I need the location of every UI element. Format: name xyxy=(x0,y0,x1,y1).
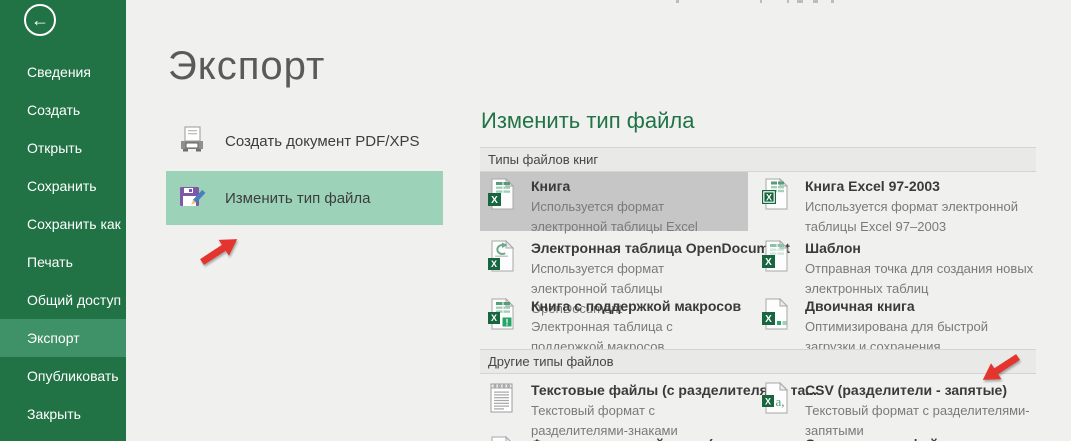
macro-workbook-icon: X ! xyxy=(486,298,518,330)
opendocument-icon: X xyxy=(486,240,518,272)
tile-kniga-makrosy[interactable]: X ! Книга с поддержкой макросов Электрон… xyxy=(480,292,748,348)
svg-text:X: X xyxy=(765,314,772,325)
svg-text:!: ! xyxy=(506,317,509,327)
tile-kniga[interactable]: X Книга Используется формат электронной … xyxy=(480,172,748,231)
tile-sokhranit-drugoy-tip[interactable]: Сохранить как файл другого типа xyxy=(754,430,1036,441)
export-options-list: Создать документ PDF/XPS Изменить тип фа… xyxy=(166,114,443,228)
sidebar-item-zakryt[interactable]: Закрыть xyxy=(0,395,126,433)
workbook-icon: X xyxy=(486,178,518,210)
option-label: Изменить тип файла xyxy=(225,190,371,207)
template-icon: X xyxy=(760,240,792,272)
tile-title: Книга Excel 97-2003 xyxy=(805,178,1036,194)
backstage-sidebar: ← Сведения Создать Открыть Сохранить Сох… xyxy=(0,0,126,441)
section-header-workbook-types: Типы файлов книг xyxy=(480,147,1036,172)
sidebar-item-svedeniya[interactable]: Сведения xyxy=(0,53,126,91)
tile-formatirovannyy-tekst[interactable]: Форматированный текст (разделитель... xyxy=(480,430,748,441)
tile-title: Электронная таблица OpenDocument xyxy=(531,240,790,256)
panel-heading: Изменить тип файла xyxy=(481,108,694,134)
left-arrow-icon: ← xyxy=(31,11,49,29)
sidebar-item-otkryt[interactable]: Открыть xyxy=(0,129,126,167)
page-title: Экспорт xyxy=(168,44,325,89)
workbook-97-icon: X xyxy=(760,178,792,210)
tile-title: Книга с поддержкой макросов xyxy=(531,298,741,314)
tile-title: Книга xyxy=(531,178,741,194)
tile-dvoichnaya-kniga[interactable]: X Двоичная книга Оптимизирована для быст… xyxy=(754,292,1036,348)
sidebar-item-eksport[interactable]: Экспорт xyxy=(0,319,126,357)
backstage-nav: Сведения Создать Открыть Сохранить Сохра… xyxy=(0,53,126,433)
svg-text:a,: a, xyxy=(775,394,784,409)
svg-text:X: X xyxy=(765,257,772,268)
formatted-text-icon xyxy=(486,436,518,441)
option-change-file-type[interactable]: Изменить тип файла xyxy=(166,171,443,225)
svg-text:X: X xyxy=(491,313,497,323)
sidebar-item-sokhranit[interactable]: Сохранить xyxy=(0,167,126,205)
tile-tekstovye-fayly[interactable]: Текстовые файлы (с разделителями та... Т… xyxy=(480,376,748,430)
text-file-icon xyxy=(486,382,518,414)
svg-text:X: X xyxy=(491,259,497,269)
svg-text:X: X xyxy=(765,397,771,407)
tile-desc: Используется формат электронной таблицы … xyxy=(531,197,741,237)
svg-text:X: X xyxy=(491,195,498,206)
tile-opendocument[interactable]: X Электронная таблица OpenDocument Испол… xyxy=(480,234,748,291)
option-label: Создать документ PDF/XPS xyxy=(225,133,420,150)
other-file-type-icon xyxy=(760,436,792,441)
tile-title: Сохранить как файл другого типа xyxy=(805,436,1040,441)
red-arrow-change-file-type xyxy=(194,228,254,270)
svg-text:X: X xyxy=(766,193,772,203)
sidebar-item-sozdat[interactable]: Создать xyxy=(0,91,126,129)
tile-desc: Используется формат электронной таблицы … xyxy=(805,197,1036,237)
binary-workbook-icon: X xyxy=(760,298,792,330)
tile-title: Двоичная книга xyxy=(805,298,1036,314)
csv-icon: X a, xyxy=(760,382,792,414)
tile-kniga-excel-97-2003[interactable]: X Книга Excel 97-2003 Используется форма… xyxy=(754,172,1036,231)
sidebar-item-obshchiy-dostup[interactable]: Общий доступ xyxy=(0,281,126,319)
option-create-pdf-xps[interactable]: Создать документ PDF/XPS xyxy=(166,114,443,168)
tile-shablon[interactable]: X Шаблон Отправная точка для создания но… xyxy=(754,234,1036,291)
red-arrow-csv xyxy=(944,350,1026,402)
pdf-xps-icon xyxy=(176,125,208,157)
tile-title: Шаблон xyxy=(805,240,1036,256)
sidebar-item-sokhranit-kak[interactable]: Сохранить как xyxy=(0,205,126,243)
sidebar-item-pechat[interactable]: Печать xyxy=(0,243,126,281)
sidebar-item-opublikovat[interactable]: Опубликовать xyxy=(0,357,126,395)
change-file-type-icon xyxy=(176,182,208,214)
back-button[interactable]: ← xyxy=(24,4,56,36)
